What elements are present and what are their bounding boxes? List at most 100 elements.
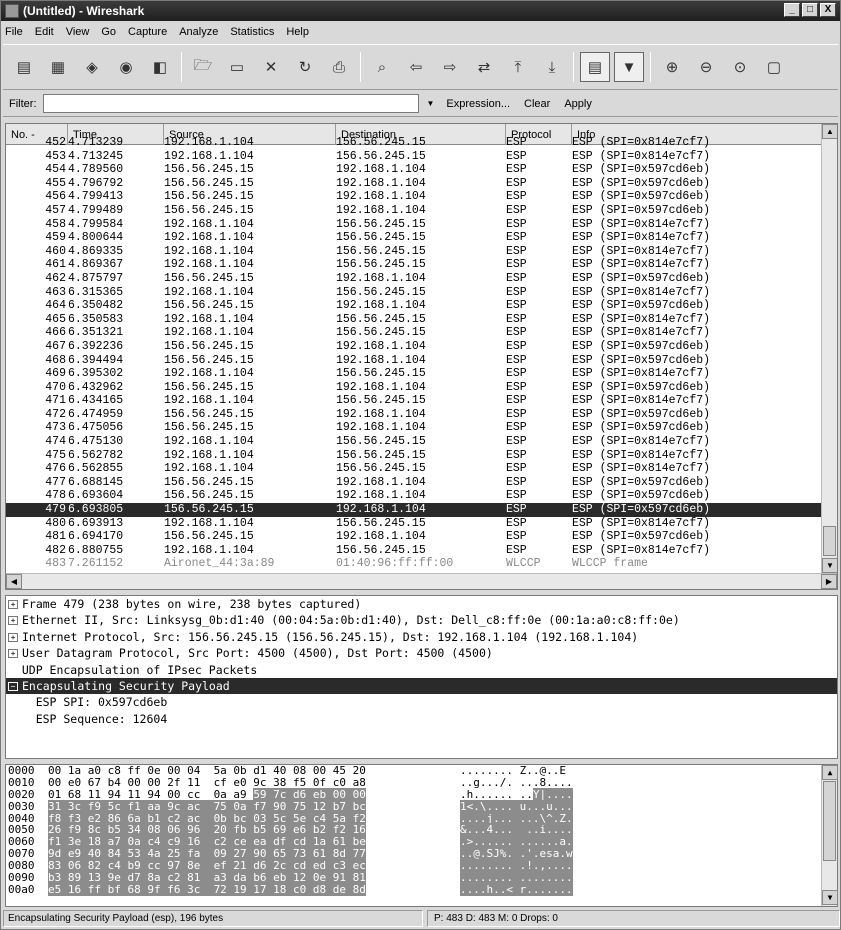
scroll-thumb[interactable] [823, 526, 836, 556]
packet-row[interactable]: 474 6.475130 192.168.1.104 156.56.245.15 ESP… [6, 435, 821, 449]
menu-statistics[interactable]: Statistics [230, 26, 274, 38]
menu-analyze[interactable]: Analyze [179, 26, 218, 38]
scroll-right-icon[interactable]: ▶ [821, 574, 837, 589]
stop-capture-icon[interactable]: ◉ [111, 52, 141, 82]
detail-tree-item[interactable]: + User Datagram Protocol, Src Port: 4500 … [6, 645, 837, 661]
normal-size-icon[interactable]: ⊙ [725, 52, 755, 82]
go-to-packet-icon[interactable]: ⇄ [469, 52, 499, 82]
packet-row[interactable]: 480 6.693913 192.168.1.104 156.56.245.15 ESP… [6, 517, 821, 531]
scroll-up-icon[interactable]: ▲ [822, 124, 837, 139]
hex-ascii[interactable]: .h...... ..Y|.... [460, 787, 790, 801]
go-last-icon[interactable]: ⤓ [537, 52, 567, 82]
zoom-in-icon[interactable]: ⊕ [657, 52, 687, 82]
packet-row[interactable]: 465 6.350583 192.168.1.104 156.56.245.15 ESP… [6, 313, 821, 327]
hex-bytes[interactable]: 01 68 11 94 11 94 00 cc 0a a9 59 7c d6 e… [48, 787, 460, 801]
packet-row[interactable]: 473 6.475056 156.56.245.15 192.168.1.104 ESP… [6, 421, 821, 435]
filter-label[interactable]: Filter: [9, 98, 37, 110]
detail-tree-item[interactable]: + Frame 479 (238 bytes on wire, 238 bytes… [6, 596, 837, 612]
packet-row[interactable]: 475 6.562782 192.168.1.104 156.56.245.15 ESP… [6, 449, 821, 463]
go-forward-icon[interactable]: ⇨ [435, 52, 465, 82]
packet-list-hscrollbar[interactable]: ◀ ▶ [6, 573, 837, 589]
packet-row[interactable]: 460 4.869335 192.168.1.104 156.56.245.15 ESP… [6, 245, 821, 259]
menu-file[interactable]: File [5, 26, 23, 38]
expand-icon[interactable]: + [8, 632, 18, 642]
hex-ascii[interactable]: ....h..< r....... [460, 882, 790, 896]
packet-row[interactable]: 463 6.315365 192.168.1.104 156.56.245.15 ESP… [6, 286, 821, 300]
interface-list-icon[interactable]: ▤ [9, 52, 39, 82]
scroll-down-icon[interactable]: ▼ [822, 558, 837, 573]
packet-row[interactable]: 452 4.713239 192.168.1.104 156.56.245.15 ESP… [6, 136, 821, 150]
packet-row[interactable]: 482 6.880755 192.168.1.104 156.56.245.15 ESP… [6, 544, 821, 558]
bytes-scroll-up-icon[interactable]: ▲ [822, 765, 838, 780]
go-first-icon[interactable]: ⤒ [503, 52, 533, 82]
minimize-button[interactable]: _ [784, 3, 800, 17]
hex-bytes[interactable]: 31 3c f9 5c f1 aa 9c ac 75 0a f7 90 75 1… [48, 799, 460, 813]
packet-row[interactable]: 456 4.799413 156.56.245.15 192.168.1.104 ESP… [6, 190, 821, 204]
filter-dropdown-icon[interactable]: ▼ [427, 99, 435, 108]
packet-row[interactable]: 481 6.694170 156.56.245.15 192.168.1.104 ESP… [6, 530, 821, 544]
detail-tree-item[interactable]: − Encapsulating Security Payload [6, 677, 837, 695]
hex-bytes[interactable]: e5 16 ff bf 68 9f f6 3c 72 19 17 18 c0 d… [48, 882, 460, 896]
collapse-icon[interactable]: − [8, 681, 18, 691]
packet-row[interactable]: 483 7.261152 Aironet_44:3a:89 01:40:96:ff:f… [6, 557, 821, 571]
packet-row[interactable]: 478 6.693604 156.56.245.15 192.168.1.104 ESP… [6, 489, 821, 503]
filter-input[interactable] [42, 94, 419, 113]
packet-list-vscrollbar[interactable]: ▲ ▼ [821, 124, 837, 573]
packet-row[interactable]: 479 6.693805 156.56.245.15 192.168.1.104 ESP… [6, 503, 821, 517]
resize-columns-icon[interactable]: ▢ [759, 52, 789, 82]
packet-row[interactable]: 455 4.796792 156.56.245.15 192.168.1.104 ESP… [6, 177, 821, 191]
packet-row[interactable]: 453 4.713245 192.168.1.104 156.56.245.15 ESP… [6, 150, 821, 164]
packet-row[interactable]: 471 6.434165 192.168.1.104 156.56.245.15 ESP… [6, 394, 821, 408]
print-icon[interactable]: ⎙ [324, 52, 354, 82]
packet-row[interactable]: 469 6.395302 192.168.1.104 156.56.245.15 ESP… [6, 367, 821, 381]
detail-tree-item[interactable]: + Ethernet II, Src: Linksysg_0b:d1:40 (00… [6, 612, 837, 628]
capture-options-icon[interactable]: ▦ [43, 52, 73, 82]
find-packet-icon[interactable]: ⌕ [367, 52, 397, 82]
start-capture-icon[interactable]: ◈ [77, 52, 107, 82]
detail-tree-item[interactable]: ESP Sequence: 12604 [6, 711, 837, 727]
colorize-icon[interactable]: ▤ [580, 52, 610, 82]
packet-row[interactable]: 454 4.789560 156.56.245.15 192.168.1.104 ESP… [6, 163, 821, 177]
clear-button[interactable]: Clear [524, 98, 550, 110]
packet-row[interactable]: 466 6.351321 192.168.1.104 156.56.245.15 ESP… [6, 326, 821, 340]
packet-row[interactable]: 458 4.799584 192.168.1.104 156.56.245.15 ESP… [6, 218, 821, 232]
bytes-scroll-down-icon[interactable]: ▼ [822, 890, 838, 905]
detail-tree-item[interactable]: ESP SPI: 0x597cd6eb [6, 694, 837, 710]
packet-row[interactable]: 462 4.875797 156.56.245.15 192.168.1.104 ESP… [6, 272, 821, 286]
open-file-icon[interactable]: 🗁 [188, 52, 218, 82]
zoom-out-icon[interactable]: ⊖ [691, 52, 721, 82]
maximize-button[interactable]: □ [802, 3, 818, 17]
packet-row[interactable]: 464 6.350482 156.56.245.15 192.168.1.104 ESP… [6, 299, 821, 313]
save-file-icon[interactable]: ▭ [222, 52, 252, 82]
packet-row[interactable]: 468 6.394494 156.56.245.15 192.168.1.104 ESP… [6, 354, 821, 368]
menu-view[interactable]: View [66, 26, 90, 38]
menu-go[interactable]: Go [101, 26, 116, 38]
apply-button[interactable]: Apply [564, 98, 592, 110]
packet-row[interactable]: 477 6.688145 156.56.245.15 192.168.1.104 ESP… [6, 476, 821, 490]
expand-icon[interactable]: + [8, 649, 18, 659]
menu-capture[interactable]: Capture [128, 26, 167, 38]
close-button[interactable]: X [820, 3, 836, 17]
packet-row[interactable]: 459 4.800644 192.168.1.104 156.56.245.15 ESP… [6, 231, 821, 245]
packet-row[interactable]: 457 4.799489 156.56.245.15 192.168.1.104 ESP… [6, 204, 821, 218]
packet-row[interactable]: 461 4.869367 192.168.1.104 156.56.245.15 ESP… [6, 258, 821, 272]
detail-tree-item[interactable]: UDP Encapsulation of IPsec Packets [6, 662, 837, 678]
reload-icon[interactable]: ↻ [290, 52, 320, 82]
expand-icon[interactable]: + [8, 616, 18, 626]
go-back-icon[interactable]: ⇦ [401, 52, 431, 82]
packet-row[interactable]: 476 6.562855 192.168.1.104 156.56.245.15 ESP… [6, 462, 821, 476]
close-file-icon[interactable]: ✕ [256, 52, 286, 82]
expand-icon[interactable]: + [8, 600, 18, 609]
packet-row[interactable]: 467 6.392236 156.56.245.15 192.168.1.104 ESP… [6, 340, 821, 354]
restart-capture-icon[interactable]: ◧ [145, 52, 175, 82]
menu-help[interactable]: Help [286, 26, 309, 38]
detail-tree-item[interactable]: + Internet Protocol, Src: 156.56.245.15 (… [6, 629, 837, 645]
scroll-left-icon[interactable]: ◀ [6, 574, 22, 589]
packet-row[interactable]: 472 6.474959 156.56.245.15 192.168.1.104 ESP… [6, 408, 821, 422]
expression-button[interactable]: Expression... [446, 98, 510, 110]
bytes-scroll-thumb[interactable] [823, 781, 836, 861]
hex-ascii[interactable]: 1<.\.... u...u... [460, 799, 790, 813]
menu-edit[interactable]: Edit [35, 26, 54, 38]
auto-scroll-icon[interactable]: ▼ [614, 52, 644, 82]
packet-row[interactable]: 470 6.432962 156.56.245.15 192.168.1.104 ESP… [6, 381, 821, 395]
